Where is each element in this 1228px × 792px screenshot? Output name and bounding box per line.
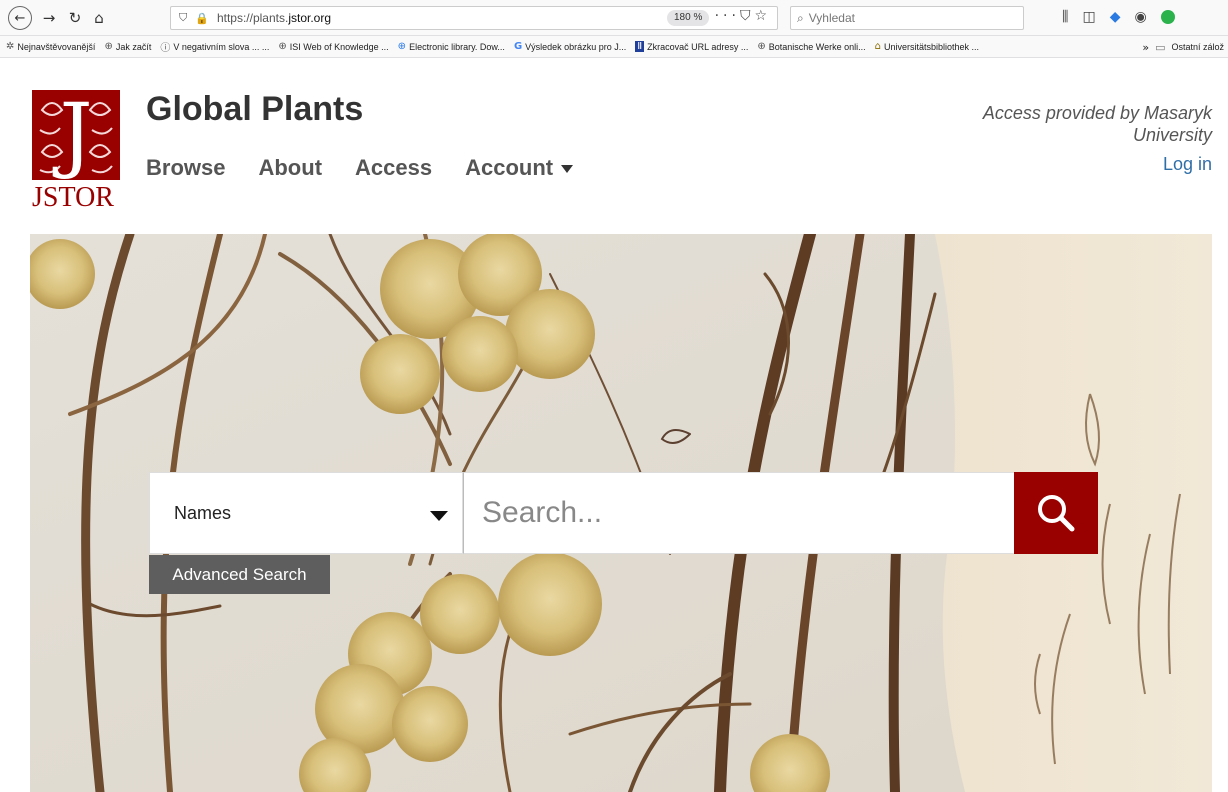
forward-button[interactable]: → <box>38 7 60 29</box>
more-actions-icon[interactable]: ··· <box>715 8 740 24</box>
home-icon: ⌂ <box>94 9 104 27</box>
search-icon <box>1038 495 1075 532</box>
login-link[interactable]: Log in <box>1163 154 1212 175</box>
bookmark-icon: Ⅱ <box>635 41 645 52</box>
globe-icon: ⊕ <box>104 41 113 52</box>
bookmark-item[interactable]: ⊕ Jak začít <box>104 41 151 52</box>
globe-icon: ⊕ <box>278 41 287 52</box>
arrow-left-icon: ← <box>14 10 26 26</box>
nav-access[interactable]: Access <box>355 155 432 181</box>
nav-access-label: Access <box>355 155 433 180</box>
bookmark-item[interactable]: ⌂ Universitätsbibliothek ... <box>875 41 979 52</box>
bookmark-label: Zkracovač URL adresy ... <box>647 41 749 52</box>
bookmarks-bar: ✲ Nejnavštěvovanější ⊕ Jak začít ⓘ V negati… <box>0 36 1228 58</box>
globe-icon: ⊕ <box>757 41 766 52</box>
search-icon: ⌕ <box>797 10 804 25</box>
bookmarks-overflow: » ▭ Ostatní zálož <box>1132 36 1228 57</box>
arrow-right-icon: → <box>42 9 56 27</box>
url-actions: ···⛉☆ <box>715 8 771 24</box>
search-scope-value: Names <box>174 502 232 523</box>
shield-icon: ⛉ <box>179 11 188 24</box>
grammarly-icon[interactable] <box>1160 10 1175 24</box>
url-prefix: https://plants. <box>216 11 289 25</box>
toolbar-right-icons: ⫼ ◫ ◆ ◉ <box>1062 9 1175 25</box>
nav-about-label: About <box>258 155 323 180</box>
bookmark-item[interactable]: ⊕ ISI Web of Knowledge ... <box>278 41 388 52</box>
bookmark-label: Universitätsbibliothek ... <box>883 41 980 52</box>
bookmark-item[interactable]: ⓘ V negativním slova ... ... <box>160 39 270 55</box>
folder-icon: ▭ <box>1155 40 1166 54</box>
account-icon[interactable]: ◉ <box>1134 9 1146 25</box>
jstor-logo[interactable]: J JSTOR <box>32 90 120 213</box>
bookmark-star-icon[interactable]: ☆ <box>754 8 771 24</box>
reload-button[interactable]: ↻ <box>64 7 86 29</box>
bookmark-label: Nejnavštěvovanější <box>17 41 96 52</box>
lock-icon: 🔒 <box>195 11 209 25</box>
home-button[interactable]: ⌂ <box>88 7 110 29</box>
back-button[interactable]: ← <box>8 6 32 30</box>
info-icon: ⓘ <box>160 43 171 54</box>
zoom-level-badge[interactable]: 180 % <box>667 10 710 26</box>
advanced-search-button[interactable]: Advanced Search <box>149 555 330 594</box>
logo-wordmark: JSTOR <box>32 182 114 213</box>
nav-about[interactable]: About <box>258 155 322 181</box>
caret-down-icon <box>430 511 448 521</box>
nav-browse[interactable]: Browse <box>146 155 225 181</box>
google-icon: G <box>513 41 523 52</box>
bookmark-item[interactable]: ✲ Nejnavštěvovanější <box>6 41 95 52</box>
search-input[interactable] <box>464 473 1014 553</box>
search-input-wrapper <box>463 472 1015 554</box>
access-note: Access provided by Masaryk University <box>982 103 1212 145</box>
chevron-double-right-icon[interactable]: » <box>1142 41 1149 54</box>
nav-account[interactable]: Account <box>465 155 574 181</box>
bookmark-item[interactable]: Ⅱ Zkracovač URL adresy ... <box>635 41 748 52</box>
browser-search-bar[interactable]: ⌕ Vyhledat <box>790 6 1024 30</box>
bookmark-item[interactable]: G Výsledek obrázku pro J... <box>514 41 626 52</box>
address-bar[interactable]: ⛉ 🔒 https://plants.jstor.org 180 % ···⛉☆ <box>170 6 778 30</box>
bookmark-label: Electronic library. Dow... <box>409 41 505 52</box>
extension-icon[interactable]: ◆ <box>1110 9 1121 25</box>
logo-letter: J <box>59 87 93 182</box>
jstor-logo-mark: J <box>32 90 120 180</box>
main-nav: Browse About Access Account <box>146 155 606 181</box>
url-domain: jstor.org <box>288 11 332 25</box>
gear-icon: ✲ <box>6 41 15 52</box>
bookmark-label: Výsledek obrázku pro J... <box>525 41 627 52</box>
site-title[interactable]: Global Plants <box>146 90 363 129</box>
browser-search-placeholder: Vyhledat <box>808 11 855 25</box>
globe-icon: ⊕ <box>397 41 407 52</box>
reload-icon: ↻ <box>68 9 82 27</box>
sidebar-icon[interactable]: ◫ <box>1082 9 1095 25</box>
nav-account-label: Account <box>465 155 554 180</box>
bookmark-label: ISI Web of Knowledge ... <box>289 41 389 52</box>
browser-toolbar: ← → ↻ ⌂ ⛉ 🔒 https://plants.jstor.org 180… <box>0 0 1228 36</box>
pocket-icon[interactable]: ⛉ <box>740 8 755 24</box>
bookmark-item[interactable]: ⊕ Electronic library. Dow... <box>398 41 505 52</box>
library-icon: ⌂ <box>874 41 881 52</box>
search-scope-select[interactable]: Names <box>149 472 463 554</box>
library-icon[interactable]: ⫼ <box>1062 9 1068 25</box>
bookmark-label: Jak začít <box>115 41 152 52</box>
address-url: https://plants.jstor.org <box>217 11 331 25</box>
search-button[interactable] <box>1014 472 1098 554</box>
bookmark-label: Botanische Werke onli... <box>768 41 866 52</box>
bookmark-item[interactable]: ⊕ Botanische Werke onli... <box>757 41 865 52</box>
caret-down-icon <box>561 165 574 173</box>
nav-browse-label: Browse <box>146 155 226 180</box>
bookmark-label: V negativním slova ... ... <box>173 41 270 52</box>
other-bookmarks[interactable]: Ostatní zálož <box>1171 42 1224 52</box>
